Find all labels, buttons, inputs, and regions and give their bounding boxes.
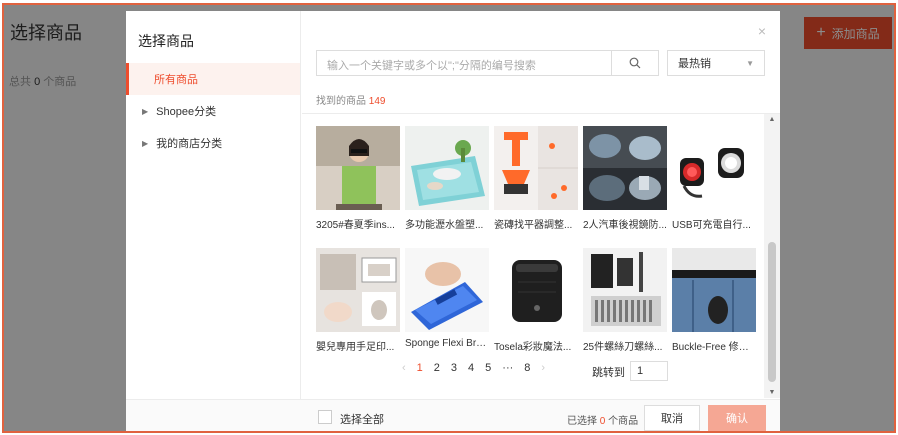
makeup-box-photo — [494, 248, 578, 332]
select-all-checkbox[interactable] — [318, 410, 332, 424]
product-card[interactable]: 嬰兒專用手足印... — [316, 248, 400, 353]
scroll-down-icon[interactable]: ▼ — [764, 389, 780, 396]
sort-select[interactable]: 最热销 ▼ — [667, 50, 765, 76]
selected-prefix: 已选择 — [567, 416, 597, 427]
close-icon[interactable]: × — [758, 23, 766, 39]
found-number: 149 — [368, 96, 386, 107]
product-name: 3205#春夏季ins... — [316, 220, 395, 231]
sponge-brush-photo — [405, 248, 489, 332]
select-all-label[interactable]: 选择全部 — [340, 411, 384, 427]
product-card[interactable]: Tosela彩妝魔法... — [494, 248, 578, 353]
product-name: USB可充電自行... — [672, 220, 751, 231]
product-name: 25件螺絲刀螺絲... — [583, 342, 663, 353]
product-name: 2人汽車後視鏡防... — [583, 220, 667, 231]
search-button[interactable] — [611, 50, 659, 76]
drain-tray-photo — [405, 126, 489, 210]
tile-leveler-photo — [494, 126, 578, 210]
selected-number: 0 — [599, 416, 606, 427]
product-card[interactable]: USB可充電自行... — [672, 126, 756, 231]
next-page-icon[interactable]: › — [541, 362, 545, 374]
page-1[interactable]: 1 — [417, 362, 423, 374]
product-card[interactable]: 多功能瀝水盤塑... — [405, 126, 489, 231]
category-all-products[interactable]: 所有商品 — [126, 63, 300, 95]
page-4[interactable]: 4 — [468, 362, 474, 374]
pagination: ‹ 1 2 3 4 5 ··· 8 › — [402, 362, 545, 374]
product-card[interactable]: 2人汽車後視鏡防... — [583, 126, 667, 231]
product-name: 多功能瀝水盤塑... — [405, 220, 484, 231]
bike-light-photo — [672, 126, 756, 210]
product-card[interactable]: Sponge Flexi Bru... — [405, 248, 489, 349]
divider — [302, 113, 780, 114]
product-card[interactable]: 3205#春夏季ins... — [316, 126, 400, 231]
found-label: 找到的商品 — [316, 96, 366, 107]
product-name: 瓷磚找平器調整... — [494, 220, 573, 231]
jump-page-input[interactable]: 1 — [630, 361, 668, 381]
product-name: Sponge Flexi Bru... — [405, 338, 489, 349]
sort-selected: 最热销 — [678, 58, 711, 70]
confirm-button[interactable]: 确认 — [708, 405, 766, 431]
scroll-up-icon[interactable]: ▲ — [764, 116, 780, 123]
page-2[interactable]: 2 — [434, 362, 440, 374]
chevron-down-icon: ▼ — [746, 58, 754, 68]
category-shopee[interactable]: ▶ Shopee分类 — [126, 95, 300, 127]
prev-page-icon[interactable]: ‹ — [402, 362, 406, 374]
app-frame: 选择商品 总共 0 个商品 + 添加商品 选择商品 所有商品 ▶ Shopee分… — [2, 3, 896, 433]
page-ellipsis[interactable]: ··· — [502, 362, 513, 374]
scrollbar-thumb[interactable] — [768, 242, 776, 382]
screwdriver-set-photo — [583, 248, 667, 332]
page-5[interactable]: 5 — [485, 362, 491, 374]
cancel-button[interactable]: 取消 — [644, 405, 700, 431]
caret-right-icon: ▶ — [142, 106, 149, 116]
jump-label: 跳转到 — [592, 367, 625, 379]
scrollbar[interactable]: ▲ ▼ — [764, 114, 780, 398]
baby-print-photo — [316, 248, 400, 332]
category-sidebar: 选择商品 所有商品 ▶ Shopee分类 ▶ 我的商店分类 — [126, 11, 301, 431]
search-input[interactable]: 输入一个关键字或多个以";"分隔的编号搜索 — [316, 50, 612, 76]
product-card[interactable]: Buckle-Free 修身... — [672, 248, 756, 353]
car-mirror-photo — [583, 126, 667, 210]
product-name: Buckle-Free 修身... — [672, 342, 756, 353]
caret-right-icon: ▶ — [142, 138, 149, 148]
product-card[interactable]: 25件螺絲刀螺絲... — [583, 248, 667, 353]
category-label: 我的商店分类 — [156, 138, 223, 150]
modal-footer: 选择全部 已选择 0 个商品 取消 确认 — [126, 399, 780, 431]
selected-count: 已选择 0 个商品 — [567, 412, 638, 427]
product-panel: × 输入一个关键字或多个以";"分隔的编号搜索 最热销 ▼ 找到的商品 149 — [302, 11, 780, 431]
product-card[interactable]: 瓷磚找平器調整... — [494, 126, 578, 231]
shirt-photo — [316, 126, 400, 210]
product-name: 嬰兒專用手足印... — [316, 342, 395, 353]
page-8[interactable]: 8 — [524, 362, 530, 374]
modal-title: 选择商品 — [138, 33, 194, 49]
product-name: Tosela彩妝魔法... — [494, 342, 572, 353]
category-my-shop[interactable]: ▶ 我的商店分类 — [126, 127, 300, 159]
category-label: 所有商品 — [154, 74, 198, 86]
selected-suffix: 个商品 — [608, 416, 639, 427]
select-product-modal: 选择商品 所有商品 ▶ Shopee分类 ▶ 我的商店分类 × 输入一个关键字或… — [126, 11, 780, 431]
belt-photo — [672, 248, 756, 332]
search-icon — [629, 57, 641, 69]
found-count: 找到的商品 149 — [316, 92, 385, 107]
category-label: Shopee分类 — [156, 106, 217, 118]
page-3[interactable]: 3 — [451, 362, 457, 374]
